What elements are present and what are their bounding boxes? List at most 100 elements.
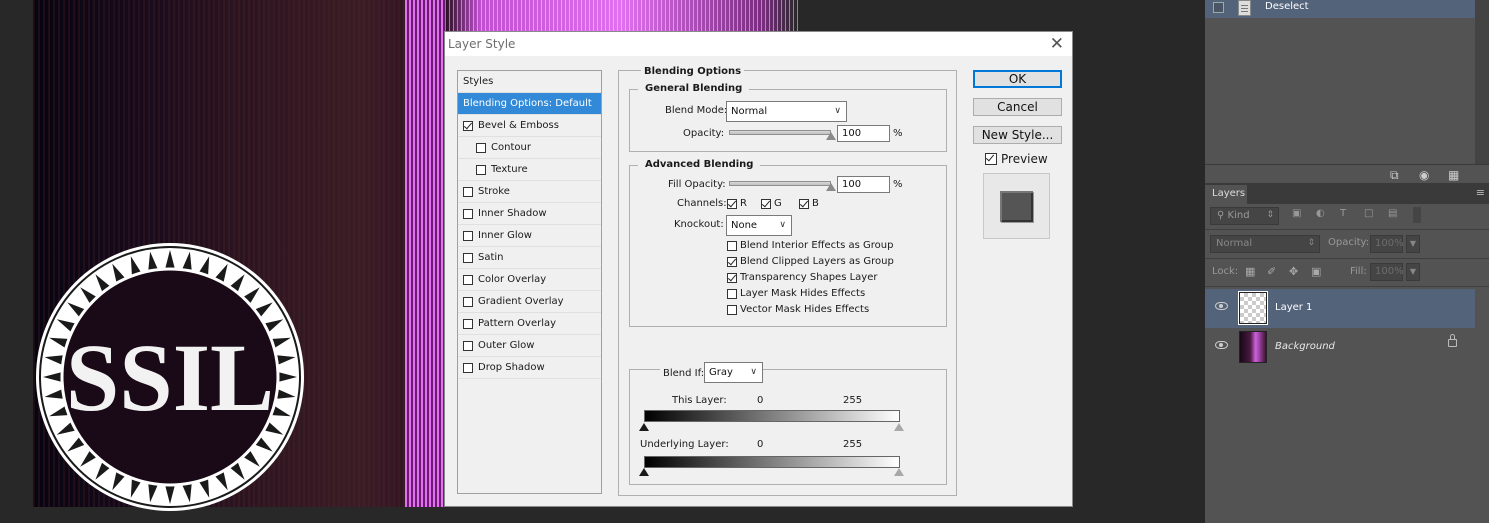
style-item-label: Drop Shadow — [478, 362, 545, 373]
opacity-slider-thumb[interactable] — [826, 132, 836, 140]
fill-opacity-input[interactable]: 100 — [837, 176, 890, 193]
layer-row-background[interactable]: Background — [1205, 328, 1475, 367]
style-item[interactable]: Pattern Overlay — [458, 313, 601, 335]
history-checkbox[interactable] — [1213, 2, 1224, 13]
style-checkbox[interactable] — [463, 362, 473, 373]
style-item[interactable]: Inner Shadow — [458, 203, 601, 225]
ok-button[interactable]: OK — [973, 70, 1062, 88]
layer-blend-mode-select[interactable]: Normal ⇕ — [1210, 235, 1320, 253]
style-item[interactable]: Color Overlay — [458, 269, 601, 291]
filter-toggle[interactable] — [1413, 207, 1421, 223]
dialog-title: Layer Style — [448, 37, 516, 51]
new-style-button[interactable]: New Style... — [973, 126, 1062, 144]
history-scrollbar[interactable] — [1475, 0, 1489, 164]
history-footer: ⧉ ◉ ▦ — [1205, 164, 1489, 183]
blending-options-title: Blending Options — [641, 66, 745, 77]
style-checkbox[interactable] — [463, 252, 473, 263]
style-item[interactable]: Outer Glow — [458, 335, 601, 357]
advanced-option-checkbox[interactable] — [727, 257, 737, 267]
ssil-logo: SSIL — [36, 243, 304, 511]
this-layer-black-slider[interactable] — [639, 423, 649, 431]
pixel-filter-icon[interactable]: ▣ — [1292, 208, 1304, 220]
trash-icon[interactable]: ▦ — [1448, 168, 1459, 182]
underlying-high: 255 — [843, 439, 863, 450]
style-checkbox[interactable] — [463, 274, 473, 285]
fill-opacity-slider[interactable] — [729, 181, 831, 186]
camera-icon[interactable]: ◉ — [1419, 168, 1429, 182]
style-checkbox[interactable] — [463, 296, 473, 307]
type-filter-icon[interactable]: T — [1340, 208, 1352, 220]
lock-move-icon[interactable]: ✥ — [1289, 265, 1298, 278]
smart-object-filter-icon[interactable]: ▤ — [1388, 208, 1400, 220]
style-item-label: Blending Options: Default — [463, 98, 592, 109]
history-item[interactable]: Deselect — [1205, 0, 1475, 18]
pink-light-trails — [405, 0, 445, 507]
opacity-input[interactable]: 100 — [837, 125, 890, 142]
document-canvas-top-strip[interactable] — [445, 0, 798, 31]
knockout-select[interactable]: None ∨ — [726, 215, 792, 236]
style-item[interactable]: Texture — [458, 159, 601, 181]
style-item[interactable]: Drop Shadow — [458, 357, 601, 379]
channel-b-checkbox[interactable] — [799, 199, 809, 209]
tab-layers[interactable]: Layers — [1205, 185, 1247, 204]
style-checkbox[interactable] — [463, 230, 473, 241]
layer-opacity-input[interactable]: 100% — [1370, 235, 1404, 253]
chevron-down-icon[interactable]: ▼ — [1406, 235, 1420, 253]
shape-filter-icon[interactable]: □ — [1364, 208, 1376, 220]
eye-icon[interactable] — [1215, 302, 1228, 310]
channel-g-checkbox[interactable] — [761, 199, 771, 209]
lock-all-icon[interactable]: ▣ — [1311, 265, 1321, 278]
opacity-slider[interactable] — [729, 130, 831, 135]
style-checkbox[interactable] — [463, 340, 473, 351]
styles-list: Styles Blending Options: Default Bevel & … — [457, 70, 602, 494]
this-layer-label: This Layer: — [672, 395, 727, 406]
style-checkbox[interactable] — [476, 164, 486, 175]
advanced-option-checkbox[interactable] — [727, 305, 737, 315]
style-checkbox[interactable] — [463, 186, 473, 197]
style-item[interactable]: Bevel & Emboss — [458, 115, 601, 137]
chevron-down-icon[interactable]: ▼ — [1406, 263, 1420, 281]
eye-icon[interactable] — [1215, 341, 1228, 349]
underlying-white-slider[interactable] — [894, 468, 904, 476]
style-item-label: Contour — [491, 142, 531, 153]
style-item[interactable]: Gradient Overlay — [458, 291, 601, 313]
fill-opacity-slider-thumb[interactable] — [826, 183, 836, 191]
style-checkbox[interactable] — [463, 208, 473, 219]
style-item[interactable]: Stroke — [458, 181, 601, 203]
close-icon[interactable]: ✕ — [1050, 34, 1064, 54]
lock-brush-icon[interactable]: ✐ — [1267, 265, 1276, 278]
preview-checkbox[interactable] — [985, 153, 997, 165]
layer-fill-input[interactable]: 100% — [1370, 263, 1404, 281]
document-icon — [1238, 0, 1251, 16]
cancel-button[interactable]: Cancel — [973, 98, 1062, 116]
new-document-icon[interactable]: ⧉ — [1390, 168, 1399, 183]
advanced-option-checkbox[interactable] — [727, 241, 737, 251]
style-item[interactable]: Inner Glow — [458, 225, 601, 247]
blend-mode-select[interactable]: Normal ∨ — [726, 101, 847, 122]
lock-transparent-icon[interactable]: ▦ — [1245, 265, 1255, 278]
knockout-label: Knockout: — [674, 219, 724, 230]
adjustment-filter-icon[interactable]: ◐ — [1316, 208, 1328, 220]
this-layer-white-slider[interactable] — [894, 423, 904, 431]
blend-if-label: Blend If: — [660, 368, 708, 379]
advanced-option-checkbox[interactable] — [727, 273, 737, 283]
style-checkbox[interactable] — [463, 318, 473, 329]
underlying-black-slider[interactable] — [639, 468, 649, 476]
dialog-titlebar[interactable]: Layer Style ✕ — [445, 32, 1072, 56]
search-icon: ⚲ — [1217, 210, 1225, 221]
channel-r-checkbox[interactable] — [727, 199, 737, 209]
advanced-option-checkbox[interactable] — [727, 289, 737, 299]
style-item[interactable]: Blending Options: Default — [458, 93, 601, 115]
style-checkbox[interactable] — [463, 120, 473, 131]
this-layer-gradient — [644, 410, 900, 422]
layer-row-layer-1[interactable]: Layer 1 — [1205, 289, 1475, 328]
style-checkbox[interactable] — [476, 142, 486, 153]
panel-menu-icon[interactable]: ≡ — [1476, 186, 1485, 199]
layer-filter-kind[interactable]: ⚲ Kind ⇕ — [1210, 207, 1279, 225]
style-item[interactable]: Contour — [458, 137, 601, 159]
layer-name: Layer 1 — [1275, 302, 1313, 313]
style-item[interactable]: Satin — [458, 247, 601, 269]
blend-if-select[interactable]: Gray ∨ — [704, 362, 763, 383]
style-item-label: Inner Glow — [478, 230, 532, 241]
styles-header[interactable]: Styles — [458, 71, 601, 93]
